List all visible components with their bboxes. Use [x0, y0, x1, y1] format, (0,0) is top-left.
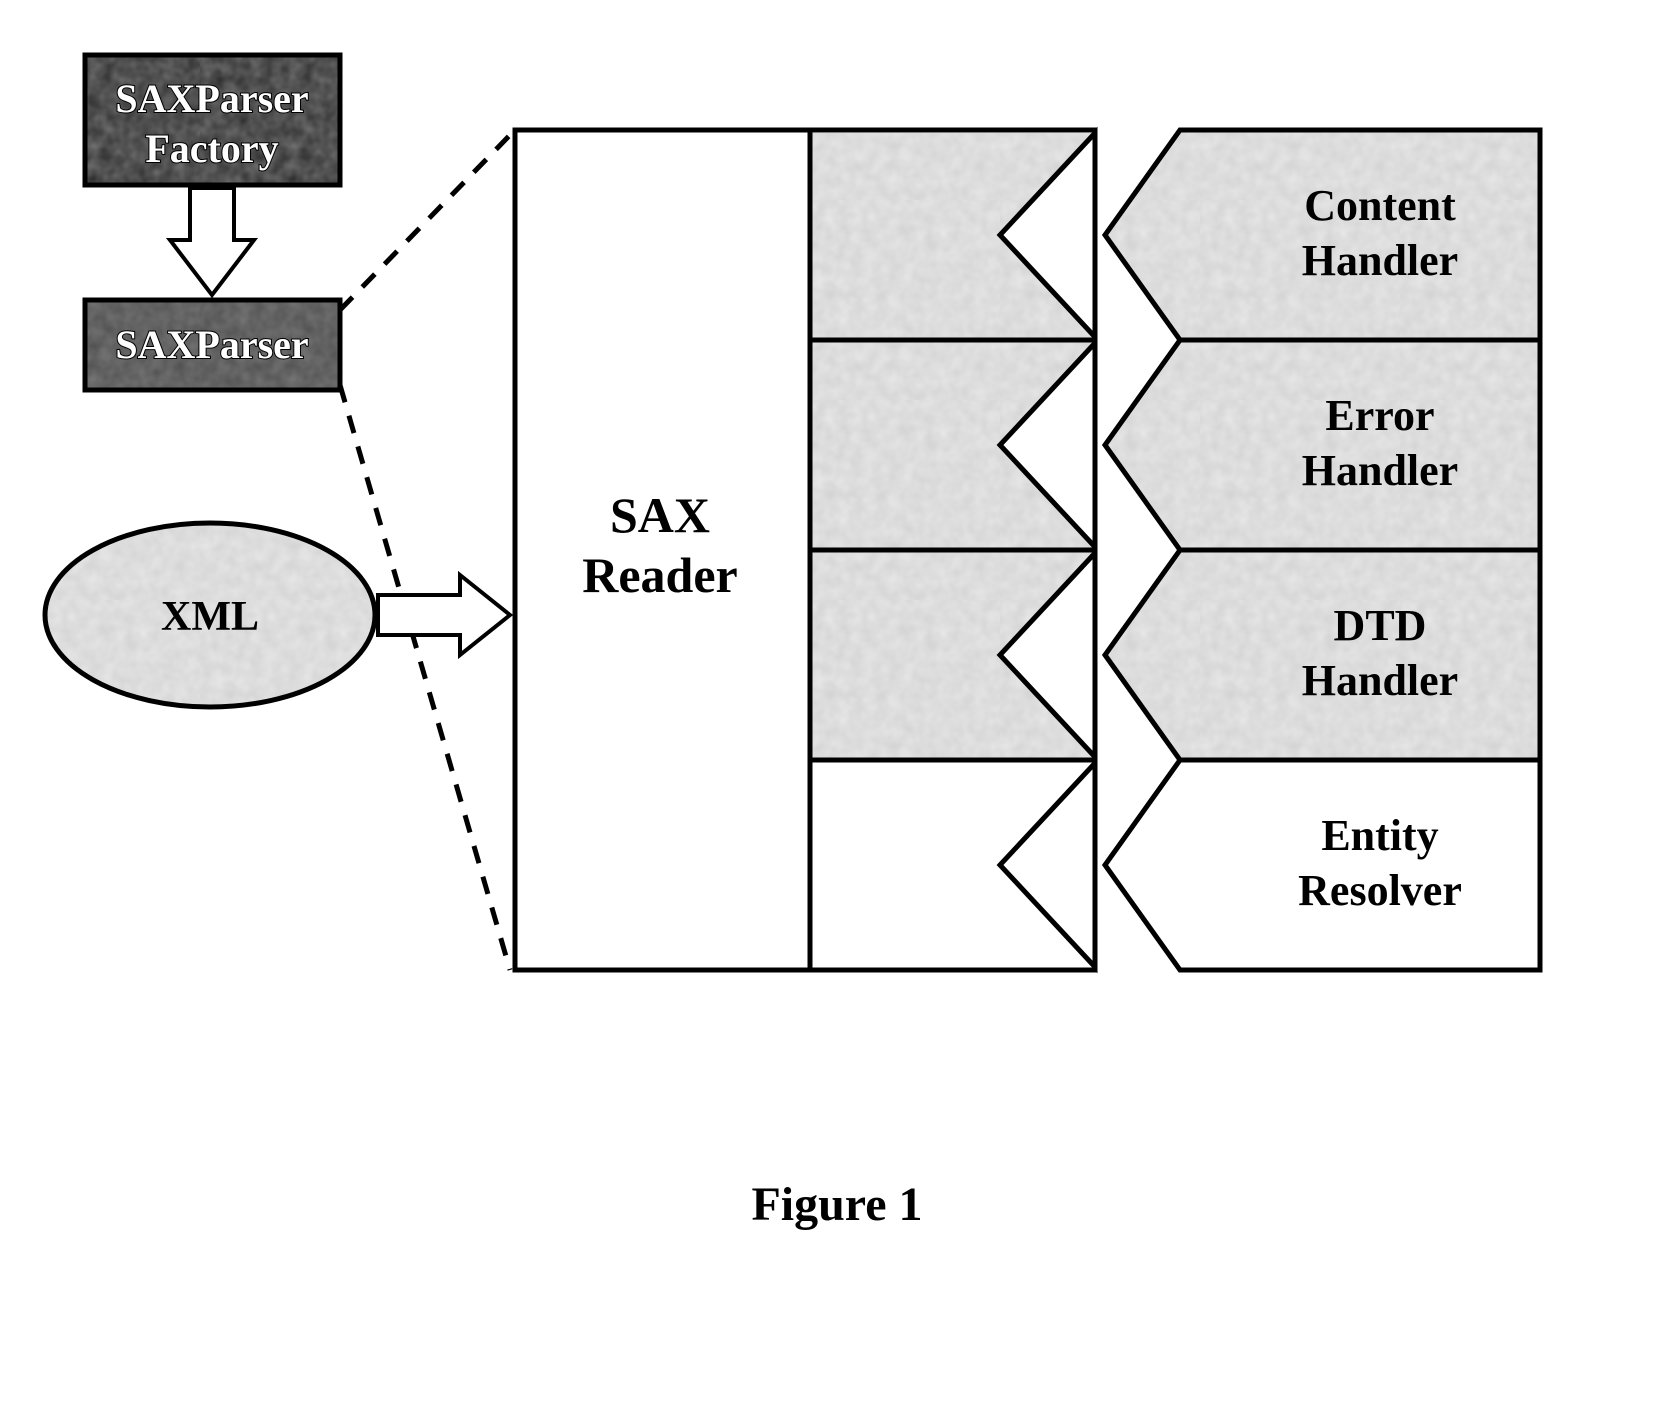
arrow-factory-to-parser: [170, 188, 254, 295]
handler2-line1: DTD: [1334, 601, 1427, 650]
factory-text-line2: Factory: [145, 126, 278, 171]
handler3-line2: Resolver: [1298, 866, 1462, 915]
sax-diagram: SAXParser Factory SAXParser XML SAX Read…: [0, 0, 1674, 1402]
reader-text-line1: SAX: [610, 487, 710, 543]
dashed-line-upper: [340, 135, 510, 310]
entity-resolver-pentagon: [1105, 760, 1540, 970]
dashed-line-lower: [340, 385, 510, 970]
handler1-line1: Error: [1325, 391, 1434, 440]
factory-text-line1: SAXParser: [115, 76, 308, 121]
dtd-handler-pentagon: [1105, 550, 1540, 760]
reader-text-line2: Reader: [582, 547, 738, 603]
handler2-line2: Handler: [1302, 656, 1458, 705]
error-handler-pentagon: [1105, 340, 1540, 550]
xml-text: XML: [161, 594, 259, 640]
content-handler-pentagon: [1105, 130, 1540, 340]
handler0-line2: Handler: [1302, 236, 1458, 285]
parser-text: SAXParser: [115, 322, 308, 367]
handler0-line1: Content: [1304, 181, 1456, 230]
figure-caption: Figure 1: [751, 1178, 922, 1231]
arrow-xml-to-reader: [378, 575, 510, 655]
handler1-line2: Handler: [1302, 446, 1458, 495]
handler3-line1: Entity: [1321, 811, 1438, 860]
